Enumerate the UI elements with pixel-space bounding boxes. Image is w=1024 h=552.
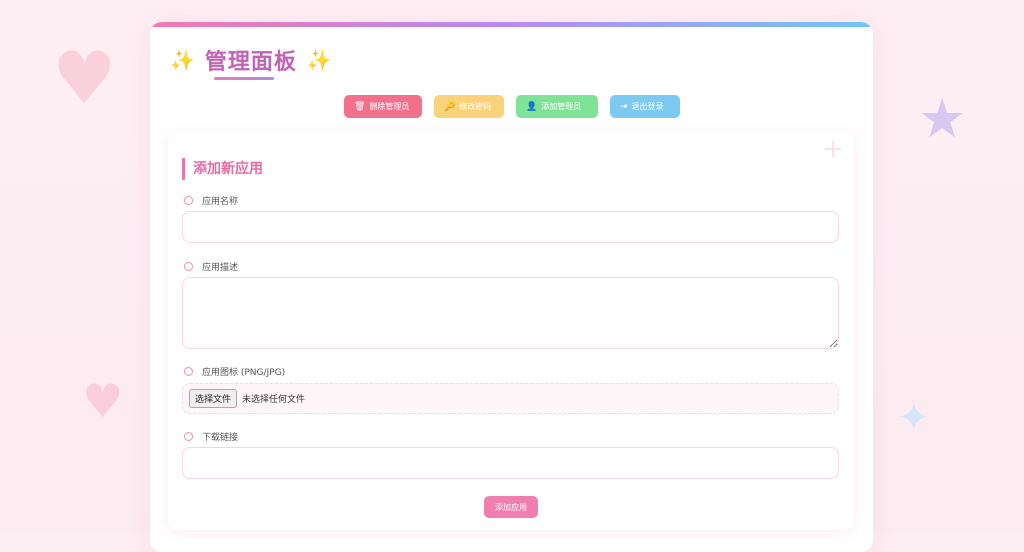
circle-bullet-icon: [184, 432, 193, 441]
app-description-label-row: 应用描述: [184, 260, 238, 273]
app-icon-file-input: 选择文件 未选择任何文件: [182, 383, 839, 414]
download-link-label: 下载链接: [202, 433, 239, 443]
toolbar: 🗑 删除管理员 🔑 修改密码 👤 添加管理员 ⇥ 退出登录: [344, 95, 680, 118]
choose-file-button[interactable]: 选择文件: [189, 389, 238, 408]
admin-panel: ✨ 管理面板 ✨ 🗑 删除管理员 🔑 修改密码 👤 添加管理员 ⇥ 退出登录 +…: [150, 22, 873, 552]
download-link-input[interactable]: [182, 447, 839, 479]
plus-decoration-icon: +: [822, 134, 844, 164]
trash-icon: 🗑: [354, 101, 366, 112]
user-plus-icon: 👤: [526, 101, 538, 112]
logout-label: 退出登录: [631, 102, 664, 111]
page-title: 管理面板: [204, 50, 297, 75]
add-app-card: + 添加新应用 应用名称 应用描述 应用图标 (PNG/JPG) 选择文件 未选…: [168, 132, 854, 530]
section-title: 添加新应用: [182, 158, 263, 180]
file-status-text: 未选择任何文件: [242, 395, 306, 405]
app-icon-label-row: 应用图标 (PNG/JPG): [184, 365, 285, 378]
panel-gradient-bar: [150, 22, 873, 27]
sparkle-icon: ✨: [170, 48, 195, 72]
app-description-textarea[interactable]: [182, 277, 839, 349]
logout-button[interactable]: ⇥ 退出登录: [610, 95, 680, 118]
logout-icon: ⇥: [620, 101, 628, 112]
change-password-button[interactable]: 🔑 修改密码: [434, 95, 504, 118]
app-name-label-row: 应用名称: [184, 194, 238, 207]
app-name-label: 应用名称: [202, 197, 239, 207]
delete-admin-button[interactable]: 🗑 删除管理员: [344, 95, 422, 118]
background-sparkle-icon: ✦: [897, 395, 931, 441]
circle-bullet-icon: [184, 367, 193, 376]
background-heart-icon: ♥: [82, 374, 124, 428]
background-star-icon: ★: [918, 87, 967, 150]
app-description-label: 应用描述: [202, 263, 239, 273]
add-admin-label: 添加管理员: [541, 102, 582, 111]
download-link-label-row: 下载链接: [184, 430, 238, 443]
change-password-label: 修改密码: [459, 102, 492, 111]
delete-admin-label: 删除管理员: [369, 102, 410, 111]
sparkle-icon: ✨: [306, 48, 332, 72]
key-icon: 🔑: [444, 101, 456, 112]
title-row: ✨ 管理面板 ✨: [170, 44, 332, 76]
title-underline: [214, 77, 274, 80]
add-admin-button[interactable]: 👤 添加管理员: [516, 95, 598, 118]
circle-bullet-icon: [184, 262, 193, 271]
add-app-button[interactable]: 添加应用: [484, 496, 538, 518]
background-heart-icon: ♥: [52, 36, 117, 120]
circle-bullet-icon: [184, 196, 193, 205]
app-name-input[interactable]: [182, 211, 839, 243]
app-icon-label: 应用图标 (PNG/JPG): [202, 368, 286, 378]
